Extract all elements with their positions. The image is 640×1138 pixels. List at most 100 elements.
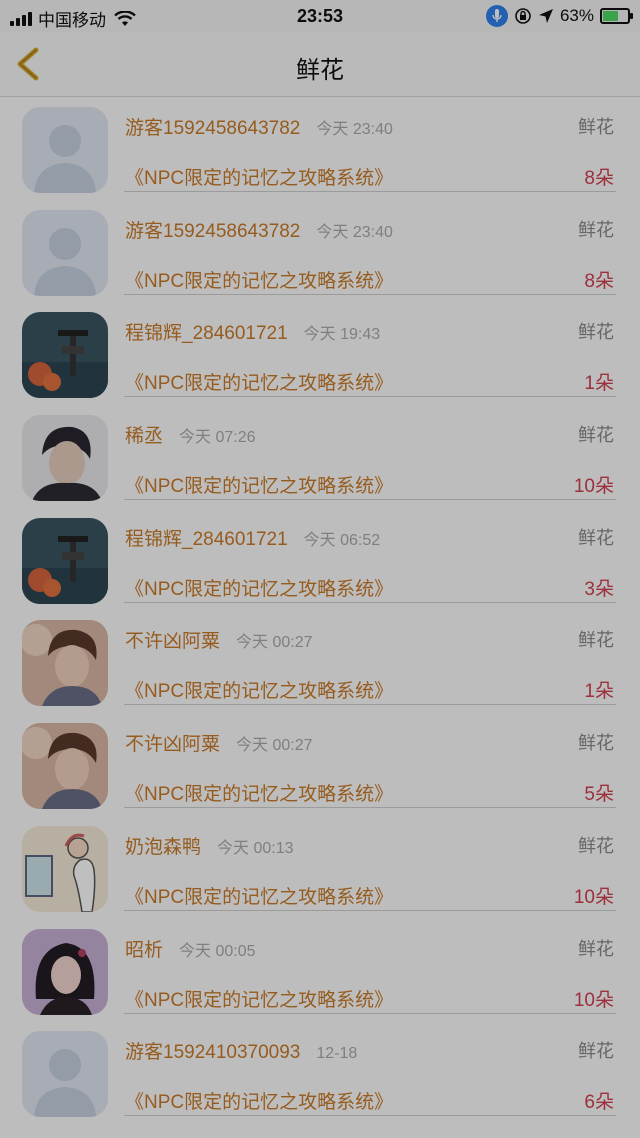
list-item[interactable]: 不许凶阿粟 今天 00:27 鲜花 《NPC限定的记忆之攻略系统》 5朵 (0, 713, 640, 816)
flower-count: 10朵 (573, 476, 614, 498)
book-title[interactable]: 《NPC限定的记忆之攻略系统》 (125, 574, 393, 601)
sender-name: 昭析 今天 00:05 (125, 935, 256, 962)
book-title[interactable]: 《NPC限定的记忆之攻略系统》 (125, 985, 393, 1012)
divider (124, 499, 616, 501)
gift-type: 鲜花 (578, 219, 614, 240)
gift-time: 今天 23:40 (316, 223, 393, 241)
sender-name: 程锦辉_284601721 今天 19:43 (125, 318, 380, 345)
divider (124, 396, 616, 398)
divider (124, 1115, 616, 1117)
status-bar: 中国移动 23:53 63% (0, 0, 640, 32)
gift-time: 今天 23:40 (316, 121, 393, 138)
sender-name-text: 稀丞 (125, 426, 164, 448)
battery-percent: 63% (559, 6, 594, 25)
book-title[interactable]: 《NPC限定的记忆之攻略系统》 (125, 676, 393, 703)
list-item[interactable]: 稀丞 今天 07:26 鲜花 《NPC限定的记忆之攻略系统》 10朵 (0, 405, 640, 508)
battery-charging-icon (600, 8, 633, 24)
sender-name-text: 游客1592458643782 (125, 118, 301, 139)
location-arrow-icon (538, 9, 553, 23)
avatar[interactable] (22, 415, 108, 502)
gift-time: 今天 00:05 (179, 942, 256, 960)
sender-name-text: 程锦辉_284601721 (125, 528, 288, 550)
gift-time: 今天 00:13 (217, 839, 294, 857)
sender-name-text: 不许凶阿粟 (125, 734, 221, 756)
sender-name-text: 昭析 (125, 939, 164, 961)
flower-count: 1朵 (584, 681, 614, 703)
avatar[interactable] (22, 620, 108, 707)
gift-type: 鲜花 (578, 733, 614, 754)
flower-count: 8朵 (584, 270, 614, 292)
sender-name-text: 游客1592458643782 (125, 220, 301, 242)
gift-type: 鲜花 (578, 322, 614, 343)
list-item[interactable]: 不许凶阿粟 今天 00:27 鲜花 《NPC限定的记忆之攻略系统》 1朵 (0, 610, 640, 713)
gift-time: 今天 19:43 (303, 326, 381, 344)
avatar[interactable] (22, 517, 108, 604)
divider (124, 909, 616, 911)
divider (124, 601, 616, 603)
avatar[interactable] (22, 209, 108, 296)
book-title[interactable]: 《NPC限定的记忆之攻略系统》 (125, 471, 393, 498)
flower-count: 10朵 (573, 886, 614, 908)
gift-type: 鲜花 (578, 630, 614, 651)
divider (124, 807, 616, 809)
list-item[interactable]: 程锦辉_284601721 今天 19:43 鲜花 《NPC限定的记忆之攻略系统》… (0, 302, 640, 405)
rotation-lock-icon (515, 8, 531, 24)
book-title[interactable]: 《NPC限定的记忆之攻略系统》 (125, 882, 393, 909)
flower-count: 5朵 (584, 784, 614, 806)
sender-name: 游客1592410370093 12-18 (125, 1037, 357, 1064)
flower-count: 10朵 (573, 989, 614, 1011)
gift-type: 鲜花 (578, 425, 614, 446)
sender-name-text: 游客1592410370093 (125, 1042, 301, 1064)
flower-count: 3朵 (584, 578, 614, 600)
list-item[interactable]: 游客1592458643782 今天 23:40 鲜花 《NPC限定的记忆之攻略系… (0, 97, 640, 200)
sender-name: 不许凶阿粟 今天 00:27 (125, 729, 313, 756)
gift-type: 鲜花 (578, 527, 614, 548)
gift-type: 鲜花 (578, 117, 614, 137)
divider (124, 191, 616, 192)
avatar[interactable] (22, 928, 108, 1015)
sender-name: 奶泡森鸭 今天 00:13 (125, 832, 294, 859)
book-title[interactable]: 《NPC限定的记忆之攻略系统》 (125, 779, 393, 806)
divider (124, 704, 616, 706)
avatar[interactable] (22, 107, 108, 193)
gift-time: 今天 00:27 (236, 737, 313, 755)
book-title[interactable]: 《NPC限定的记忆之攻略系统》 (125, 368, 393, 395)
sender-name-text: 程锦辉_284601721 (125, 323, 288, 345)
sender-name: 不许凶阿粟 今天 00:27 (125, 626, 313, 653)
gift-type: 鲜花 (578, 1041, 614, 1062)
sender-name-text: 不许凶阿粟 (125, 631, 221, 653)
gift-time: 12-18 (316, 1045, 358, 1063)
list-item[interactable]: 游客1592410370093 12-18 鲜花 《NPC限定的记忆之攻略系统》 … (0, 1021, 640, 1124)
status-right: 63% (485, 5, 633, 27)
sender-name: 游客1592458643782 今天 23:40 (125, 113, 393, 140)
list-item[interactable]: 游客1592458643782 今天 23:40 鲜花 《NPC限定的记忆之攻略系… (0, 200, 640, 303)
avatar[interactable] (22, 723, 108, 810)
avatar[interactable] (22, 825, 108, 912)
gift-time: 今天 06:52 (303, 531, 381, 549)
list-item[interactable]: 昭析 今天 00:05 鲜花 《NPC限定的记忆之攻略系统》 10朵 (0, 919, 640, 1022)
avatar[interactable] (22, 1031, 108, 1118)
book-title[interactable]: 《NPC限定的记忆之攻略系统》 (125, 266, 393, 293)
microphone-icon (485, 5, 508, 27)
divider (124, 293, 616, 295)
avatar[interactable] (22, 312, 108, 399)
book-title[interactable]: 《NPC限定的记忆之攻略系统》 (125, 1087, 393, 1114)
page-title: 鲜花 (296, 57, 344, 84)
gift-type: 鲜花 (578, 835, 614, 856)
flower-count: 1朵 (584, 373, 614, 395)
flower-count: 6朵 (584, 1092, 614, 1114)
divider (124, 1012, 616, 1014)
flower-count: 8朵 (584, 168, 614, 189)
gift-time: 今天 00:27 (236, 634, 313, 652)
book-title[interactable]: 《NPC限定的记忆之攻略系统》 (125, 163, 393, 190)
nav-bar: 鲜花 (0, 32, 640, 97)
sender-name: 游客1592458643782 今天 23:40 (125, 216, 393, 243)
list-item[interactable]: 奶泡森鸭 今天 00:13 鲜花 《NPC限定的记忆之攻略系统》 10朵 (0, 816, 640, 919)
sender-name: 程锦辉_284601721 今天 06:52 (125, 524, 380, 551)
list-item[interactable]: 程锦辉_284601721 今天 06:52 鲜花 《NPC限定的记忆之攻略系统》… (0, 508, 640, 611)
flower-gift-list: 游客1592458643782 今天 23:40 鲜花 《NPC限定的记忆之攻略系… (0, 97, 640, 1124)
gift-time: 今天 07:26 (179, 429, 256, 447)
gift-type: 鲜花 (578, 938, 614, 959)
sender-name: 稀丞 今天 07:26 (125, 421, 256, 448)
sender-name-text: 奶泡森鸭 (125, 836, 202, 858)
